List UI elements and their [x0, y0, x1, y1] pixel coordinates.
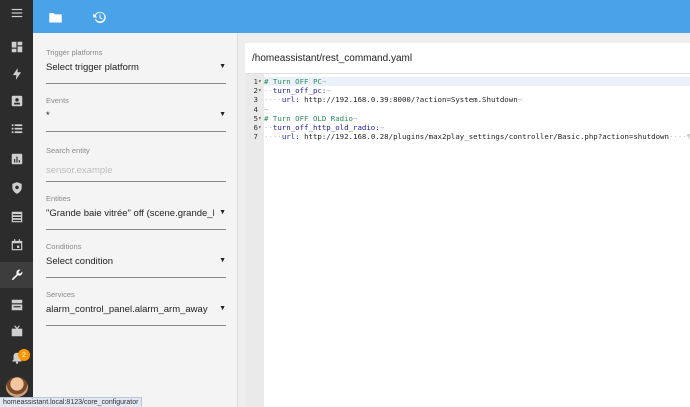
services-field: Services alarm_control_panel.alarm_arm_a… — [46, 290, 226, 326]
events-select[interactable]: * ▼ — [46, 110, 226, 132]
code-token: # Turn OFF PC — [264, 77, 322, 86]
code-token: ¬ — [353, 113, 358, 123]
wrench-icon[interactable] — [0, 262, 33, 288]
line-number: 6 — [253, 122, 258, 132]
trigger-platforms-value: Select trigger platform — [46, 62, 139, 73]
services-label: Services — [46, 290, 75, 299]
app: { "header": { "icons": ["folder-icon", "… — [0, 0, 690, 407]
trigger-platforms-label: Trigger platforms — [46, 48, 103, 57]
code-token: url: — [281, 132, 300, 142]
code-token: # Turn OFF OLD Radio — [264, 113, 353, 123]
line-number: 1 — [253, 77, 258, 86]
code-token: url: — [281, 95, 300, 105]
code-token: ¬ — [321, 77, 327, 86]
avatar[interactable] — [6, 377, 28, 397]
media-icon[interactable] — [0, 318, 33, 344]
code-line[interactable]: 4 ¬ — [254, 104, 690, 114]
code-token: ···· — [264, 95, 282, 105]
line-number: 5 — [253, 113, 258, 123]
conditions-field: Conditions Select condition ▼ — [46, 242, 226, 278]
code-editor: /homeassistant/rest_command.yaml 1 ▾ # Tur… — [245, 43, 690, 407]
code-token: ¬ — [517, 95, 523, 105]
shield-icon[interactable] — [0, 175, 33, 201]
line-number: 3 — [253, 95, 258, 105]
fold-toggle-icon[interactable]: ▾ — [258, 77, 262, 86]
logbook-icon[interactable] — [0, 88, 33, 114]
chevron-down-icon: ▼ — [219, 111, 226, 118]
code-token: ···· — [264, 132, 282, 142]
entities-field: Entities "Grande baie vitrée" off (scene… — [46, 194, 226, 230]
code-line[interactable]: 1 ▾ # Turn OFF PC¬ — [254, 77, 690, 87]
code-token: http://192.168.0.39:8000/?action=System.… — [299, 95, 518, 105]
entities-select[interactable]: "Grande baie vitrée" off (scene.grande_b… — [46, 208, 226, 230]
entities-value: "Grande baie vitrée" off (scene.grande_b… — [46, 208, 214, 219]
search-entity-label: Search entity — [46, 146, 90, 155]
code-token: turn_off_http_old_radio: — [272, 122, 380, 132]
search-entity-input[interactable] — [46, 160, 226, 182]
status-url: homeassistant.local:8123/core_configurat… — [0, 397, 143, 407]
code-line[interactable]: 3 ····url: http://192.168.0.39:8000/?acti… — [254, 95, 690, 105]
code-token: turn_off_pc: — [272, 86, 327, 96]
fold-toggle-icon[interactable]: ▾ — [258, 86, 262, 95]
code-token: ¬ — [264, 104, 269, 114]
line-number: 4 — [253, 104, 258, 114]
menu-icon[interactable] — [0, 0, 33, 26]
sidebar: 2 — [0, 0, 33, 407]
chevron-down-icon: ▼ — [219, 209, 226, 216]
code-line[interactable]: 2 ▾ ··turn_off_pc:¬ — [254, 86, 690, 96]
conditions-value: Select condition — [46, 256, 114, 267]
code-line[interactable]: 5 ▾ # Turn OFF OLD Radio¬ — [254, 113, 690, 123]
file-path[interactable]: /homeassistant/rest_command.yaml — [245, 43, 690, 74]
line-number: 2 — [253, 86, 258, 96]
code-token: ¬ — [379, 122, 385, 132]
conditions-label: Conditions — [46, 242, 82, 251]
header-bar — [33, 0, 690, 33]
code-token: ·· — [264, 122, 273, 132]
list-icon[interactable] — [0, 116, 33, 142]
hacs-icon[interactable] — [0, 292, 33, 318]
code-token: ¬ — [326, 86, 331, 96]
services-select[interactable]: alarm_control_panel.alarm_arm_away ▼ — [46, 304, 226, 326]
fold-toggle-icon[interactable]: ▾ — [258, 123, 262, 132]
code-area[interactable]: 1 ▾ # Turn OFF PC¬ 2 ▾ ··turn_off_pc:¬ 3 ····ur… — [254, 74, 690, 407]
trigger-platforms-select[interactable]: Select trigger platform ▼ — [46, 62, 226, 84]
code-line[interactable]: 6 ▾ ··turn_off_http_old_radio:¬ — [254, 122, 690, 132]
folder-icon[interactable] — [46, 8, 64, 26]
chevron-down-icon: ▼ — [219, 257, 226, 264]
line-number: 7 — [253, 132, 258, 142]
chevron-down-icon: ▼ — [219, 305, 226, 312]
table-icon[interactable] — [0, 204, 33, 230]
code-token: http://192.168.0.28/plugins/max2play_set… — [299, 132, 669, 142]
events-field: Events * ▼ — [46, 96, 226, 132]
chevron-down-icon: ▼ — [219, 63, 226, 70]
lightning-icon[interactable] — [0, 61, 33, 87]
chart-icon[interactable] — [0, 146, 33, 172]
code-token: ·· — [264, 86, 273, 96]
services-value: alarm_control_panel.alarm_arm_away — [46, 304, 208, 315]
history-icon[interactable] — [90, 8, 108, 26]
dashboard-icon[interactable] — [0, 34, 33, 60]
calendar-icon[interactable] — [0, 232, 33, 258]
code-line[interactable]: 7 ····url: http://192.168.0.28/plugins/ma… — [254, 132, 690, 142]
conditions-select[interactable]: Select condition ▼ — [46, 256, 226, 278]
trigger-panel: Trigger platforms Select trigger platfor… — [33, 33, 238, 407]
events-value: * — [46, 110, 50, 121]
code-token: ····¶ — [668, 132, 690, 142]
events-label: Events — [46, 96, 69, 105]
notification-badge: 2 — [18, 349, 30, 361]
fold-toggle-icon[interactable]: ▾ — [258, 114, 262, 123]
search-entity-field: Search entity — [46, 146, 226, 182]
entities-label: Entities — [46, 194, 71, 203]
trigger-platforms-field: Trigger platforms Select trigger platfor… — [46, 48, 226, 84]
